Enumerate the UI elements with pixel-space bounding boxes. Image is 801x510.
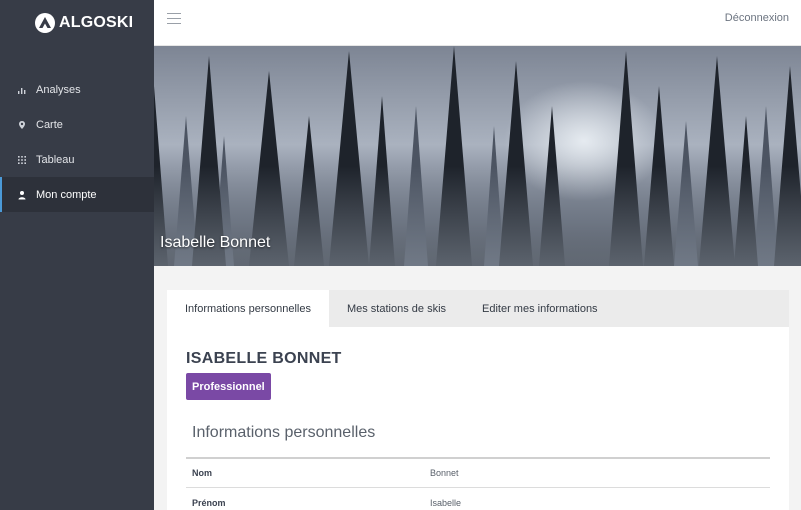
tab-mes-stations[interactable]: Mes stations de skis: [329, 290, 464, 327]
profile-card: Informations personnelles Mes stations d…: [167, 290, 789, 510]
brand[interactable]: ALGOSKI: [35, 11, 133, 35]
bar-chart-icon: [16, 84, 28, 96]
table-row: Nom Bonnet: [186, 457, 770, 487]
sidebar-item-label: Carte: [36, 118, 63, 131]
sidebar-item-label: Mon compte: [36, 188, 97, 201]
tab-editer-informations[interactable]: Editer mes informations: [464, 290, 616, 327]
info-table: Nom Bonnet Prénom Isabelle: [186, 457, 770, 510]
section-title: Informations personnelles: [192, 424, 376, 441]
brand-name: ALGOSKI: [59, 14, 134, 31]
field-label: Nom: [192, 468, 212, 478]
sidebar-item-mon-compte[interactable]: Mon compte: [0, 177, 154, 212]
field-label: Prénom: [192, 497, 226, 508]
profile-tabs: Informations personnelles Mes stations d…: [167, 290, 789, 327]
field-value: Bonnet: [430, 468, 459, 478]
mountain-logo-icon: [35, 13, 55, 33]
sidebar-nav: Analyses Carte Tableau Mon compte: [0, 72, 154, 212]
sidebar-item-analyses[interactable]: Analyses: [0, 72, 154, 107]
sidebar-item-label: Analyses: [36, 83, 81, 96]
field-value: Isabelle: [430, 497, 462, 508]
map-pin-icon: [16, 119, 28, 131]
banner-user-name: Isabelle Bonnet: [160, 234, 271, 251]
hamburger-menu-icon[interactable]: [167, 13, 181, 25]
grid-icon: [16, 154, 28, 166]
user-icon: [16, 189, 28, 201]
sidebar-item-tableau[interactable]: Tableau: [0, 142, 154, 177]
sidebar-item-label: Tableau: [36, 153, 75, 166]
profile-full-name: ISABELLE BONNET: [186, 350, 342, 367]
status-badge: Professionnel: [186, 373, 271, 400]
sidebar: ALGOSKI Analyses Carte Tableau Mon compt…: [0, 0, 154, 510]
forest-banner-image: [154, 46, 801, 266]
tab-informations-personnelles[interactable]: Informations personnelles: [167, 290, 329, 327]
logout-link[interactable]: Déconnexion: [725, 12, 789, 24]
sidebar-item-carte[interactable]: Carte: [0, 107, 154, 142]
profile-banner: Isabelle Bonnet: [154, 46, 801, 266]
table-row: Prénom Isabelle: [186, 487, 770, 510]
top-bar: Déconnexion: [154, 0, 801, 46]
